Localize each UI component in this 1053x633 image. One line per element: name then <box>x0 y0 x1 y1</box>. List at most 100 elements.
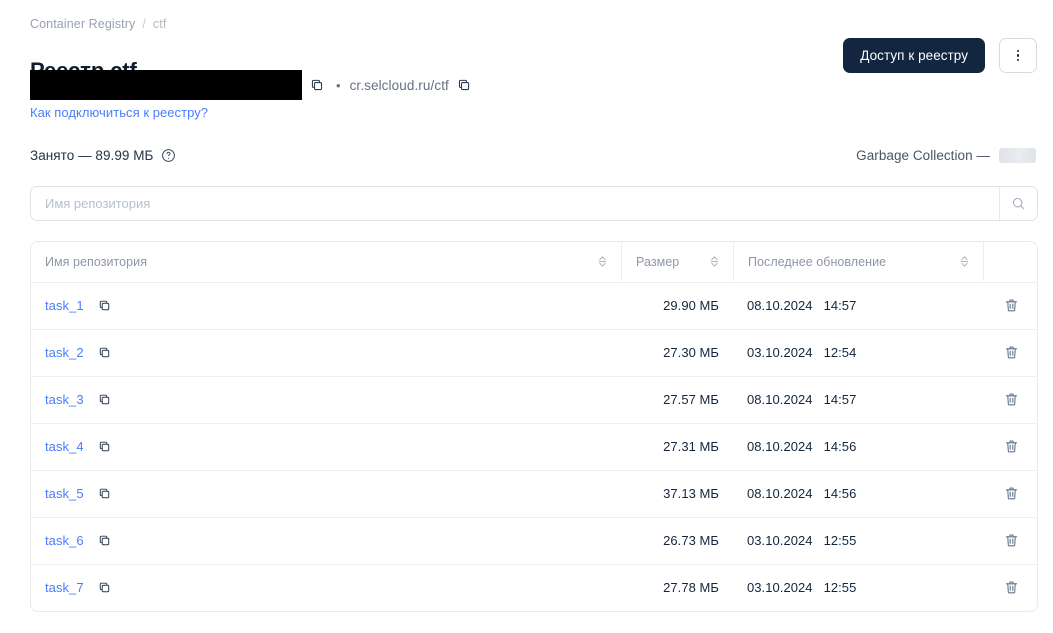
cell-size: 27.31 МБ <box>621 423 733 471</box>
sort-arrows-icon[interactable] <box>952 255 969 268</box>
updated-time: 14:57 <box>823 298 857 313</box>
trash-icon[interactable] <box>1000 483 1022 505</box>
separator-dot: • <box>336 77 341 93</box>
breadcrumb: Container Registry / ctf <box>30 17 166 31</box>
copy-icon[interactable] <box>95 578 115 598</box>
table-row: task_7 27.78 МБ 03.10.2024 12:55 <box>31 564 1037 611</box>
cell-actions <box>983 282 1037 330</box>
cell-repository-name: task_1 <box>31 282 621 330</box>
table-row: task_3 27.57 МБ 08.10.2024 14:57 <box>31 376 1037 424</box>
copy-icon[interactable] <box>95 531 115 551</box>
kebab-dot <box>1016 49 1020 53</box>
updated-date: 08.10.2024 <box>747 298 813 313</box>
trash-icon[interactable] <box>1000 530 1022 552</box>
column-label-name: Имя репозитория <box>45 254 148 269</box>
column-header-actions <box>983 242 1037 283</box>
registry-access-button[interactable]: Доступ к реестру <box>843 38 985 73</box>
updated-time: 14:57 <box>823 392 857 407</box>
updated-time: 14:56 <box>823 439 857 454</box>
registry-page: Container Registry / ctf Реестр ctf • cr… <box>0 0 1053 633</box>
copy-icon[interactable] <box>95 390 115 410</box>
repository-link[interactable]: task_7 <box>45 580 84 595</box>
column-header-name[interactable]: Имя репозитория <box>31 242 621 283</box>
question-circle-icon[interactable] <box>161 148 176 163</box>
breadcrumb-separator: / <box>142 17 146 31</box>
trash-icon[interactable] <box>1000 577 1022 599</box>
search-input[interactable] <box>31 187 999 220</box>
cell-size: 29.90 МБ <box>621 282 733 330</box>
cell-actions <box>983 423 1037 471</box>
trash-icon[interactable] <box>1000 436 1022 458</box>
repository-link[interactable]: task_6 <box>45 533 84 548</box>
garbage-collection-status: Garbage Collection — <box>856 148 1036 163</box>
column-label-updated: Последнее обновление <box>748 254 887 269</box>
copy-icon[interactable] <box>95 484 115 504</box>
breadcrumb-item-current: ctf <box>152 17 167 31</box>
repository-link[interactable]: task_1 <box>45 298 84 313</box>
trash-icon[interactable] <box>1000 342 1022 364</box>
cell-updated: 03.10.2024 12:54 <box>733 329 983 377</box>
updated-date: 03.10.2024 <box>747 345 813 360</box>
table-row: task_1 29.90 МБ 08.10.2024 14:57 <box>31 282 1037 330</box>
repository-link[interactable]: task_5 <box>45 486 84 501</box>
cell-updated: 08.10.2024 14:57 <box>733 376 983 424</box>
search-icon[interactable] <box>999 187 1037 220</box>
trash-icon[interactable] <box>1000 295 1022 317</box>
cell-updated: 08.10.2024 14:56 <box>733 470 983 518</box>
cell-actions <box>983 376 1037 424</box>
updated-date: 08.10.2024 <box>747 392 813 407</box>
table-header-row: Имя репозитория Размер Последнее обновле… <box>31 242 1037 283</box>
cell-repository-name: task_3 <box>31 376 621 424</box>
storage-usage-label: Занято — 89.99 МБ <box>30 148 154 163</box>
copy-icon[interactable] <box>95 296 115 316</box>
cell-size: 27.78 МБ <box>663 580 719 596</box>
cell-size: 26.73 МБ <box>621 517 733 565</box>
copy-icon[interactable] <box>95 437 115 457</box>
cell-repository-name: task_6 <box>31 517 621 565</box>
repository-table-card: Имя репозитория Размер Последнее обновле… <box>30 241 1038 612</box>
cell-repository-name: task_4 <box>31 423 621 471</box>
cell-repository-name: task_7 <box>31 564 621 611</box>
table-row: task_6 26.73 МБ 03.10.2024 12:55 <box>31 517 1037 565</box>
how-to-connect-link[interactable]: Как подключиться к реестру? <box>30 105 208 120</box>
sort-arrows-icon[interactable] <box>702 255 719 268</box>
repository-link[interactable]: task_4 <box>45 439 84 454</box>
column-header-size[interactable]: Размер <box>621 242 733 283</box>
breadcrumb-item-root[interactable]: Container Registry <box>30 17 135 31</box>
repository-link[interactable]: task_2 <box>45 345 84 360</box>
more-vertical-icon[interactable] <box>999 38 1037 73</box>
cell-size: 27.30 МБ <box>621 329 733 377</box>
table-row: task_2 27.30 МБ 03.10.2024 12:54 <box>31 329 1037 377</box>
updated-time: 14:56 <box>823 486 857 501</box>
cell-repository-name: task_2 <box>31 329 621 377</box>
garbage-collection-value-skeleton <box>999 148 1036 163</box>
updated-time: 12:55 <box>823 533 857 548</box>
column-header-updated[interactable]: Последнее обновление <box>733 242 983 283</box>
copy-icon[interactable] <box>307 75 327 95</box>
updated-date: 03.10.2024 <box>747 533 813 548</box>
cell-updated: 03.10.2024 12:55 <box>733 564 983 611</box>
cell-actions <box>983 564 1037 611</box>
cell-actions <box>983 329 1037 377</box>
redacted-registry-id <box>30 70 302 100</box>
trash-icon[interactable] <box>1000 389 1022 411</box>
copy-url-icon[interactable] <box>454 75 474 95</box>
garbage-collection-label: Garbage Collection — <box>856 148 990 163</box>
storage-usage: Занято — 89.99 МБ <box>30 148 176 163</box>
table-row: task_5 37.13 МБ 08.10.2024 14:56 <box>31 470 1037 518</box>
cell-size: 27.57 МБ <box>621 376 733 424</box>
repository-table-body: task_1 29.90 МБ 08.10.2024 14:57 task_2 27.30… <box>31 282 1037 611</box>
cell-updated: 08.10.2024 14:57 <box>733 282 983 330</box>
updated-time: 12:54 <box>823 345 857 360</box>
updated-time: 12:55 <box>823 580 857 596</box>
sort-arrows-icon[interactable] <box>590 255 607 268</box>
kebab-dot <box>1016 54 1020 57</box>
cell-updated: 03.10.2024 12:55 <box>733 517 983 565</box>
repository-search <box>30 186 1038 221</box>
updated-date: 08.10.2024 <box>747 439 813 454</box>
repository-link[interactable]: task_3 <box>45 392 84 407</box>
column-label-size: Размер <box>636 254 680 269</box>
cell-updated: 08.10.2024 14:56 <box>733 423 983 471</box>
table-row: task_4 27.31 МБ 08.10.2024 14:56 <box>31 423 1037 471</box>
copy-icon[interactable] <box>95 343 115 363</box>
